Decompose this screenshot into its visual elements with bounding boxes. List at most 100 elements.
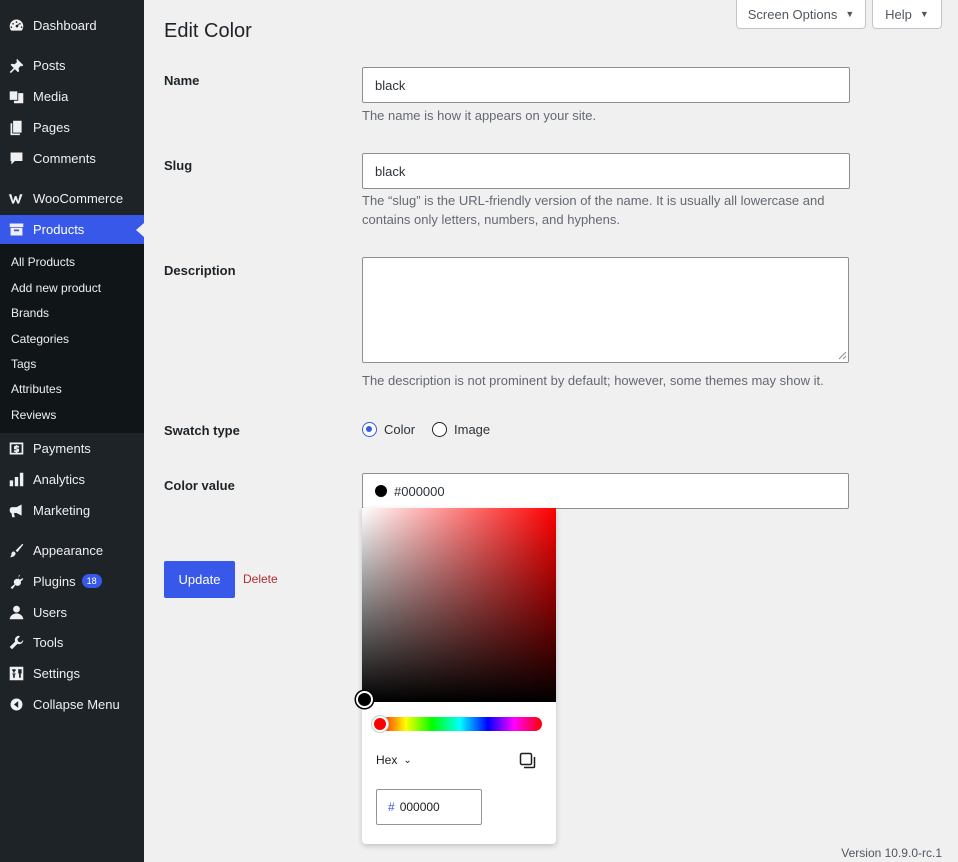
menu-item-label: Marketing <box>33 502 91 518</box>
submenu-item-categories[interactable]: Categories <box>11 330 69 348</box>
name-input[interactable]: black <box>362 67 850 103</box>
collapse-icon <box>8 696 25 713</box>
pin-icon <box>8 57 25 74</box>
products-submenu: All Products Add new product Brands Cate… <box>0 244 144 433</box>
menu-item-tools[interactable]: Tools <box>0 627 144 657</box>
menu-item-label: Tools <box>33 634 64 650</box>
menu-item-settings[interactable]: Settings <box>0 658 144 688</box>
chevron-down-icon: ⌄ <box>403 754 412 766</box>
menu-item-label: Settings <box>33 665 80 681</box>
menu-item-label: Plugins <box>33 573 76 589</box>
menu-item-label: Pages <box>33 119 70 135</box>
radio-label: Color <box>384 422 416 437</box>
pages-icon <box>8 119 25 136</box>
hex-input[interactable]: # 000000 <box>376 789 482 825</box>
submenu-item-tags[interactable]: Tags <box>11 355 36 373</box>
radio-checked-icon <box>362 422 377 437</box>
page-title: Edit Color <box>164 20 252 42</box>
menu-item-label: WooCommerce <box>33 190 124 206</box>
menu-item-appearance[interactable]: Appearance <box>0 535 144 565</box>
color-format-select[interactable]: Hex ⌄ <box>376 753 412 767</box>
menu-item-posts[interactable]: Posts <box>0 50 144 80</box>
radio-unchecked-icon <box>432 422 447 437</box>
color-picker-popover: Hex ⌄ # 000000 <box>356 508 556 844</box>
hex-value: 000000 <box>399 800 440 814</box>
wrench-icon <box>8 634 25 651</box>
name-label: Name <box>164 73 200 88</box>
menu-item-plugins[interactable]: Plugins 18 <box>0 566 144 596</box>
menu-item-products[interactable]: Products <box>0 215 144 244</box>
saturation-area[interactable] <box>362 508 556 702</box>
caret-down-icon: ▼ <box>845 9 855 19</box>
menu-item-label: Dashboard <box>33 17 97 33</box>
color-value-label: Color value <box>164 478 235 493</box>
submenu-item-all-products[interactable]: All Products <box>11 253 75 271</box>
menu-item-pages[interactable]: Pages <box>0 112 144 142</box>
menu-item-media[interactable]: Media <box>0 81 144 111</box>
caret-down-icon: ▼ <box>919 9 929 19</box>
menu-item-dashboard[interactable]: Dashboard <box>0 10 144 40</box>
menu-item-label: Users <box>33 604 67 620</box>
megaphone-icon <box>8 502 25 519</box>
help-button[interactable]: Help ▼ <box>872 0 942 29</box>
menu-item-label: Media <box>33 88 69 104</box>
settings-icon <box>8 665 25 682</box>
menu-item-analytics[interactable]: Analytics <box>0 464 144 494</box>
screen-options-label: Screen Options <box>747 6 838 22</box>
version-text: Version 10.9.0-rc.1 <box>841 846 942 860</box>
plugins-update-count-badge: 18 <box>81 574 102 588</box>
submenu-item-reviews[interactable]: Reviews <box>11 406 56 424</box>
saturation-handle[interactable] <box>356 691 373 708</box>
comment-icon <box>8 150 25 167</box>
dashboard-icon <box>8 17 25 34</box>
description-textarea[interactable] <box>362 257 849 363</box>
color-swatch-icon <box>375 485 387 497</box>
submenu-item-brands[interactable]: Brands <box>11 304 49 322</box>
bar-chart-icon <box>8 471 25 488</box>
description-label: Description <box>164 263 236 278</box>
slug-input[interactable]: black <box>362 153 850 189</box>
swatch-type-label: Swatch type <box>164 423 240 438</box>
menu-item-label: Appearance <box>33 542 104 558</box>
user-icon <box>8 604 25 621</box>
screen-options-button[interactable]: Screen Options ▼ <box>736 0 866 29</box>
radio-label: Image <box>454 422 491 437</box>
media-icon <box>8 88 25 105</box>
delete-link[interactable]: Delete <box>243 572 278 586</box>
menu-item-marketing[interactable]: Marketing <box>0 495 144 525</box>
menu-item-label: Posts <box>33 57 66 73</box>
brush-icon <box>8 542 25 559</box>
hash-prefix: # <box>388 800 395 814</box>
copy-icon[interactable] <box>519 752 537 770</box>
submenu-item-add-new-product[interactable]: Add new product <box>11 279 101 297</box>
hue-handle[interactable] <box>372 716 388 732</box>
submenu-item-attributes[interactable]: Attributes <box>11 380 62 398</box>
update-button[interactable]: Update <box>164 561 235 598</box>
payments-icon <box>8 440 25 457</box>
menu-item-collapse[interactable]: Collapse Menu <box>0 689 144 719</box>
menu-item-users[interactable]: Users <box>0 597 144 627</box>
swatch-type-color-radio[interactable]: Color <box>362 422 415 437</box>
archive-icon <box>8 221 25 238</box>
hue-slider[interactable] <box>378 717 542 731</box>
color-value-input[interactable]: #000000 <box>362 473 849 509</box>
menu-item-label: Analytics <box>33 471 86 487</box>
resize-handle-icon[interactable] <box>838 351 847 360</box>
woocommerce-icon <box>8 190 25 207</box>
swatch-type-image-radio[interactable]: Image <box>432 422 490 437</box>
menu-item-label: Products <box>33 222 85 237</box>
menu-item-payments[interactable]: Payments <box>0 433 144 463</box>
menu-item-comments[interactable]: Comments <box>0 143 144 173</box>
color-format-label: Hex <box>376 753 398 767</box>
description-help: The description is not prominent by defa… <box>362 373 824 388</box>
menu-item-label: Payments <box>33 440 91 456</box>
plug-icon <box>8 573 25 590</box>
slug-description: The “slug” is the URL-friendly version o… <box>362 193 825 227</box>
menu-item-woocommerce[interactable]: WooCommerce <box>0 183 144 213</box>
color-value-text: #000000 <box>394 483 445 499</box>
menu-item-label: Collapse Menu <box>33 696 120 712</box>
admin-sidebar: Dashboard Posts Media Pages Comments Woo… <box>0 0 144 862</box>
slug-label: Slug <box>164 158 193 173</box>
name-description: The name is how it appears on your site. <box>362 108 597 123</box>
menu-item-label: Comments <box>33 150 96 166</box>
